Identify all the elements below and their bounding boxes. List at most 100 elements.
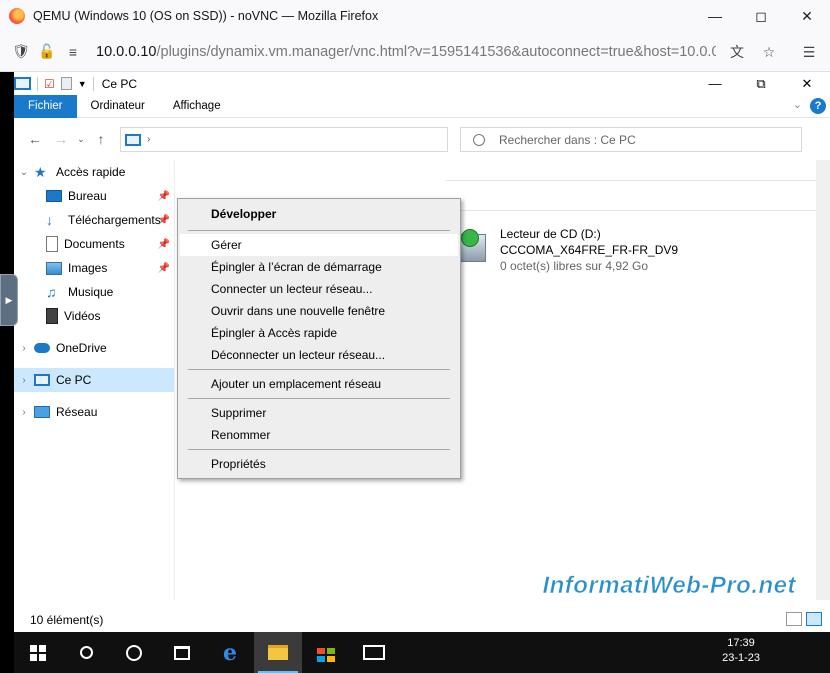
collapse-chevron-icon[interactable]: ⌄ xyxy=(14,167,34,178)
firefox-titlebar: QEMU (Windows 10 (OS on SSD)) - noVNC — … xyxy=(0,0,830,32)
up-arrow-icon[interactable]: ↑ xyxy=(88,131,114,147)
sidebar-item-music[interactable]: ♫ Musique xyxy=(14,280,174,304)
menu-item-add-network-location[interactable]: Ajouter un emplacement réseau xyxy=(178,373,460,395)
menu-item-pin-start[interactable]: Épingler à l’écran de démarrage xyxy=(178,256,460,278)
novnc-control-handle[interactable]: ▶ xyxy=(0,274,18,326)
menu-item-disconnect-drive[interactable]: Déconnecter un lecteur réseau... xyxy=(178,344,460,366)
address-field[interactable]: › xyxy=(120,127,448,152)
close-icon[interactable]: ✕ xyxy=(784,0,830,32)
sidebar-item-label: Téléchargements xyxy=(68,213,161,227)
menu-item-expand[interactable]: Développer xyxy=(178,201,460,227)
pane-divider[interactable] xyxy=(174,160,175,600)
star-icon: ★ xyxy=(34,164,47,180)
drive-label: CCCOMA_X64FRE_FR-FR_DV9 xyxy=(500,243,679,257)
drive-details: Lecteur de CD (D:) CCCOMA_X64FRE_FR-FR_D… xyxy=(500,226,678,274)
sidebar-item-images[interactable]: Images 📌 xyxy=(14,256,174,280)
video-film-icon xyxy=(46,308,58,324)
start-button[interactable] xyxy=(14,632,62,673)
store-bag-icon xyxy=(317,644,335,662)
menu-item-properties[interactable]: Propriétés xyxy=(178,453,460,475)
task-view-button[interactable] xyxy=(158,632,206,673)
explorer-window-controls: — ⧉ ✕ xyxy=(692,72,830,95)
drive-free-space: 0 octet(s) libres sur 4,92 Go xyxy=(500,259,649,273)
tab-affichage[interactable]: Affichage xyxy=(159,95,235,118)
restore-icon[interactable]: ⧉ xyxy=(738,72,784,95)
minimize-icon[interactable]: — xyxy=(692,72,738,95)
menu-hamburger-icon[interactable]: ☰ xyxy=(796,39,822,65)
expand-chevron-icon[interactable]: › xyxy=(14,375,34,386)
taskbar-edge[interactable]: e xyxy=(206,632,254,673)
back-arrow-icon[interactable]: ← xyxy=(22,131,48,147)
search-input[interactable]: Rechercher dans : Ce PC xyxy=(460,127,802,152)
tab-ordinateur[interactable]: Ordinateur xyxy=(77,95,159,118)
toolbar-divider xyxy=(37,76,38,91)
taskbar-store[interactable] xyxy=(302,632,350,673)
quick-access-toolbar: ☑ ▼ xyxy=(14,76,94,91)
document-icon xyxy=(46,236,58,252)
ribbon-expand-chevron-icon[interactable]: ⌄ xyxy=(793,98,802,111)
desktop-icon xyxy=(46,190,62,202)
expand-chevron-icon[interactable]: › xyxy=(14,343,34,354)
watermark-logo: InformatiWeb-Pro.net xyxy=(542,572,796,600)
section-divider xyxy=(446,210,830,211)
sidebar-item-label: Musique xyxy=(68,285,114,299)
sidebar-item-downloads[interactable]: ↓ Téléchargements 📌 xyxy=(14,208,174,232)
translate-icon[interactable]: 文 xyxy=(724,39,750,65)
section-divider xyxy=(446,180,830,181)
sidebar-item-videos[interactable]: Vidéos xyxy=(14,304,174,328)
menu-item-rename[interactable]: Renommer xyxy=(178,424,460,446)
recent-locations-chevron-icon[interactable]: ⌄ xyxy=(74,134,88,145)
forward-arrow-icon[interactable]: → xyxy=(48,131,74,147)
sidebar-item-documents[interactable]: Documents 📌 xyxy=(14,232,174,256)
cortana-button[interactable] xyxy=(110,632,158,673)
taskbar-file-explorer[interactable] xyxy=(254,632,302,673)
sidebar-item-network[interactable]: › Réseau xyxy=(14,400,174,424)
firefox-window-controls: — ◻ ✕ xyxy=(692,0,830,32)
sidebar-item-label: Vidéos xyxy=(64,309,101,323)
sidebar-item-onedrive[interactable]: › OneDrive xyxy=(14,336,174,360)
context-menu: Développer Gérer Épingler à l’écran de d… xyxy=(177,198,461,479)
permissions-icon[interactable]: ≡ xyxy=(60,39,86,65)
shield-icon[interactable]: 🛡 xyxy=(8,39,34,65)
help-icon[interactable]: ? xyxy=(810,98,826,114)
maximize-icon[interactable]: ◻ xyxy=(738,0,784,32)
details-view-icon[interactable] xyxy=(786,612,802,626)
menu-item-map-drive[interactable]: Connecter un lecteur réseau... xyxy=(178,278,460,300)
large-icons-view-icon[interactable] xyxy=(806,612,822,626)
sidebar-item-label: Réseau xyxy=(56,405,98,419)
expand-chevron-icon[interactable]: › xyxy=(14,407,34,418)
taskbar-clock[interactable]: 17:39 23-1-23 xyxy=(722,636,760,666)
menu-item-open-new-window[interactable]: Ouvrir dans une nouvelle fenêtre xyxy=(178,300,460,322)
minimize-icon[interactable]: — xyxy=(692,0,738,32)
taskbar-mail[interactable] xyxy=(350,632,398,673)
bookmark-star-icon[interactable]: ☆ xyxy=(756,39,782,65)
firefox-logo-icon xyxy=(9,8,25,24)
menu-item-pin-quick-access[interactable]: Épingler à Accès rapide xyxy=(178,322,460,344)
sidebar-item-label: Accès rapide xyxy=(56,165,126,179)
windows-logo-icon xyxy=(30,644,46,661)
ribbon-tabs: Fichier Ordinateur Affichage ⌄ ? xyxy=(14,94,830,118)
status-bar: 10 élément(s) xyxy=(14,608,830,632)
menu-item-delete[interactable]: Supprimer xyxy=(178,402,460,424)
breadcrumb-chevron-icon[interactable]: › xyxy=(147,134,150,145)
new-folder-icon[interactable] xyxy=(60,77,72,90)
drive-item-cd[interactable]: Lecteur de CD (D:) CCCOMA_X64FRE_FR-FR_D… xyxy=(452,226,678,274)
sidebar-item-this-pc[interactable]: › Ce PC xyxy=(14,368,174,392)
close-icon[interactable]: ✕ xyxy=(784,72,830,95)
tab-fichier[interactable]: Fichier xyxy=(14,94,77,118)
lock-insecure-icon[interactable]: 🔓 xyxy=(34,39,60,65)
url-bar[interactable]: 10.0.0.10/plugins/dynamix.vm.manager/vnc… xyxy=(96,44,716,60)
taskbar-search-button[interactable] xyxy=(62,632,110,673)
sidebar-item-quick-access[interactable]: ⌄ ★ Accès rapide xyxy=(14,160,174,184)
navigation-pane: ⌄ ★ Accès rapide Bureau 📌 ↓ Téléchargements 📌… xyxy=(14,160,174,600)
sidebar-item-label: OneDrive xyxy=(56,341,107,355)
menu-item-manage[interactable]: Gérer xyxy=(180,234,458,256)
sidebar-item-desktop[interactable]: Bureau 📌 xyxy=(14,184,174,208)
url-path: /plugins/dynamix.vm.manager/vnc.html?v=1… xyxy=(156,43,716,60)
properties-check-icon[interactable]: ☑ xyxy=(44,77,55,91)
customize-toolbar-chevron-icon[interactable]: ▼ xyxy=(78,79,87,89)
sidebar-item-label: Bureau xyxy=(68,189,107,203)
content-scrollbar[interactable] xyxy=(816,160,830,600)
